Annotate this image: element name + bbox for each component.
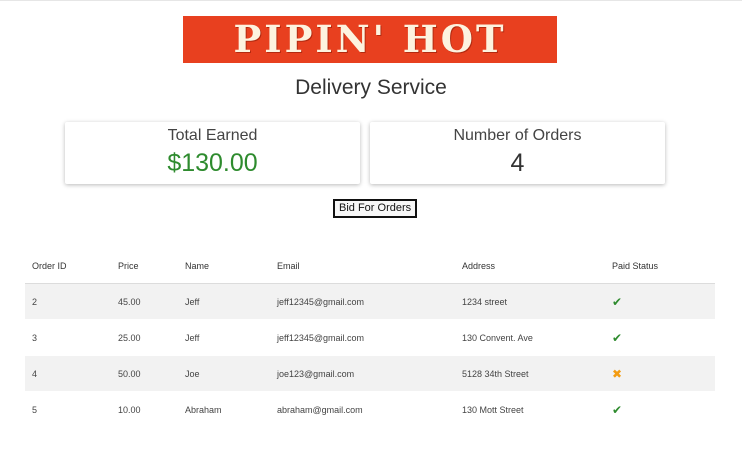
address-cell: 5128 34th Street bbox=[455, 355, 605, 392]
bid-for-orders-button[interactable]: Bid For Orders bbox=[333, 199, 418, 218]
name-cell: Jeff bbox=[178, 319, 270, 356]
orders-table: Order ID Price Name Email Address Paid S… bbox=[25, 248, 715, 428]
logo-text: PIPIN' HOT bbox=[233, 17, 507, 61]
page-subtitle: Delivery Service bbox=[295, 76, 447, 99]
order-id-cell: 4 bbox=[25, 355, 111, 392]
address-cell: 130 Convent. Ave bbox=[455, 319, 605, 356]
brand-logo: PIPIN' HOT bbox=[183, 16, 557, 63]
total-earned-label: Total Earned bbox=[167, 127, 258, 144]
check-icon: ✔ bbox=[612, 294, 623, 309]
column-header-address[interactable]: Address bbox=[455, 248, 605, 284]
paid-status-cell: ✔ bbox=[605, 391, 715, 428]
price-cell: 50.00 bbox=[111, 355, 178, 392]
total-earned-value: $130.00 bbox=[167, 149, 258, 177]
paid-status-cell: ✖ bbox=[605, 355, 715, 392]
name-cell: Abraham bbox=[178, 391, 270, 428]
order-id-cell: 2 bbox=[25, 283, 111, 320]
paid-status-cell: ✔ bbox=[605, 283, 715, 320]
name-cell: Joe bbox=[178, 355, 270, 392]
table-row[interactable]: 5 10.00 Abraham abraham@gmail.com 130 Mo… bbox=[25, 391, 715, 428]
order-id-cell: 5 bbox=[25, 391, 111, 428]
order-id-cell: 3 bbox=[25, 319, 111, 356]
name-cell: Jeff bbox=[178, 283, 270, 320]
column-header-email[interactable]: Email bbox=[270, 248, 455, 284]
email-cell: jeff12345@gmail.com bbox=[270, 283, 455, 320]
column-header-order-id[interactable]: Order ID bbox=[25, 248, 111, 284]
address-cell: 1234 street bbox=[455, 283, 605, 320]
number-of-orders-label: Number of Orders bbox=[453, 127, 582, 144]
table-row[interactable]: 3 25.00 Jeff jeff12345@gmail.com 130 Con… bbox=[25, 319, 715, 356]
column-header-name[interactable]: Name bbox=[178, 248, 270, 284]
email-cell: abraham@gmail.com bbox=[270, 391, 455, 428]
number-of-orders-value: 4 bbox=[510, 149, 525, 177]
check-icon: ✔ bbox=[612, 330, 623, 345]
column-header-price[interactable]: Price bbox=[111, 248, 178, 284]
paid-status-cell: ✔ bbox=[605, 319, 715, 356]
x-icon: ✖ bbox=[612, 366, 623, 381]
total-earned-card: Total Earned $130.00 bbox=[65, 122, 360, 184]
price-cell: 25.00 bbox=[111, 319, 178, 356]
email-cell: joe123@gmail.com bbox=[270, 355, 455, 392]
email-cell: jeff12345@gmail.com bbox=[270, 319, 455, 356]
address-cell: 130 Mott Street bbox=[455, 391, 605, 428]
price-cell: 45.00 bbox=[111, 283, 178, 320]
price-cell: 10.00 bbox=[111, 391, 178, 428]
table-header-row: Order ID Price Name Email Address Paid S… bbox=[25, 248, 715, 284]
table-row[interactable]: 4 50.00 Joe joe123@gmail.com 5128 34th S… bbox=[25, 355, 715, 392]
table-row[interactable]: 2 45.00 Jeff jeff12345@gmail.com 1234 st… bbox=[25, 283, 715, 320]
column-header-paid-status[interactable]: Paid Status bbox=[605, 248, 715, 284]
check-icon: ✔ bbox=[612, 402, 623, 417]
number-of-orders-card: Number of Orders 4 bbox=[370, 122, 665, 184]
